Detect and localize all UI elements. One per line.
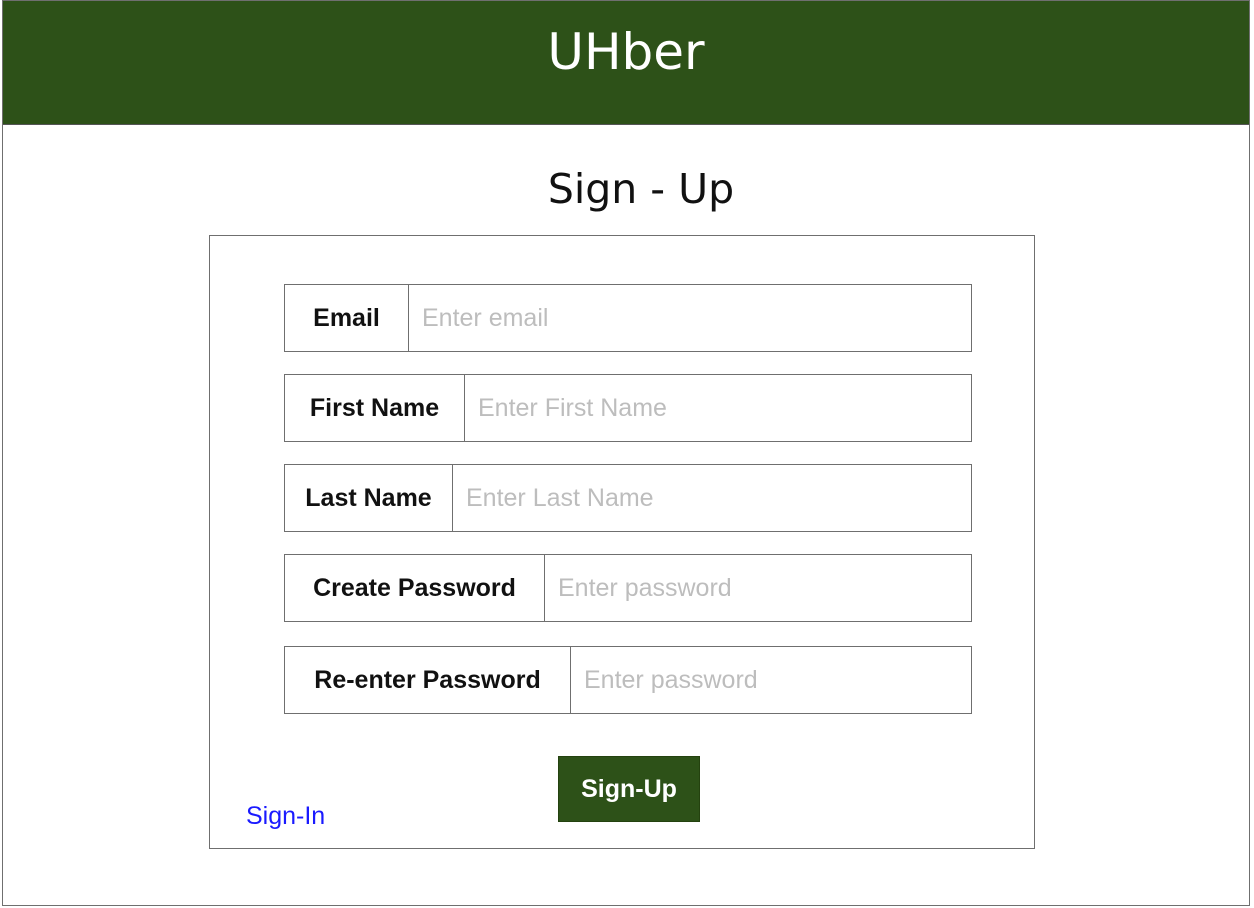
first-name-input[interactable] <box>465 375 971 441</box>
app-window: UHber Sign - Up Email First Name Last Na… <box>2 0 1250 906</box>
email-label: Email <box>285 285 409 351</box>
last-name-field: Last Name <box>284 464 972 532</box>
last-name-label: Last Name <box>285 465 453 531</box>
first-name-field: First Name <box>284 374 972 442</box>
first-name-label: First Name <box>285 375 465 441</box>
reenter-password-label: Re-enter Password <box>285 647 571 713</box>
signup-form: Email First Name Last Name Create Passwo… <box>209 235 1035 849</box>
email-input[interactable] <box>409 285 971 351</box>
create-password-field: Create Password <box>284 554 972 622</box>
app-header: UHber <box>3 1 1249 125</box>
create-password-input[interactable] <box>545 555 971 621</box>
reenter-password-field: Re-enter Password <box>284 646 972 714</box>
signin-link[interactable]: Sign-In <box>246 802 325 831</box>
email-field: Email <box>284 284 972 352</box>
create-password-label: Create Password <box>285 555 545 621</box>
last-name-input[interactable] <box>453 465 971 531</box>
reenter-password-input[interactable] <box>571 647 971 713</box>
page-title: Sign - Up <box>547 165 735 213</box>
app-title: UHber <box>547 23 705 81</box>
signup-button[interactable]: Sign-Up <box>558 756 700 822</box>
